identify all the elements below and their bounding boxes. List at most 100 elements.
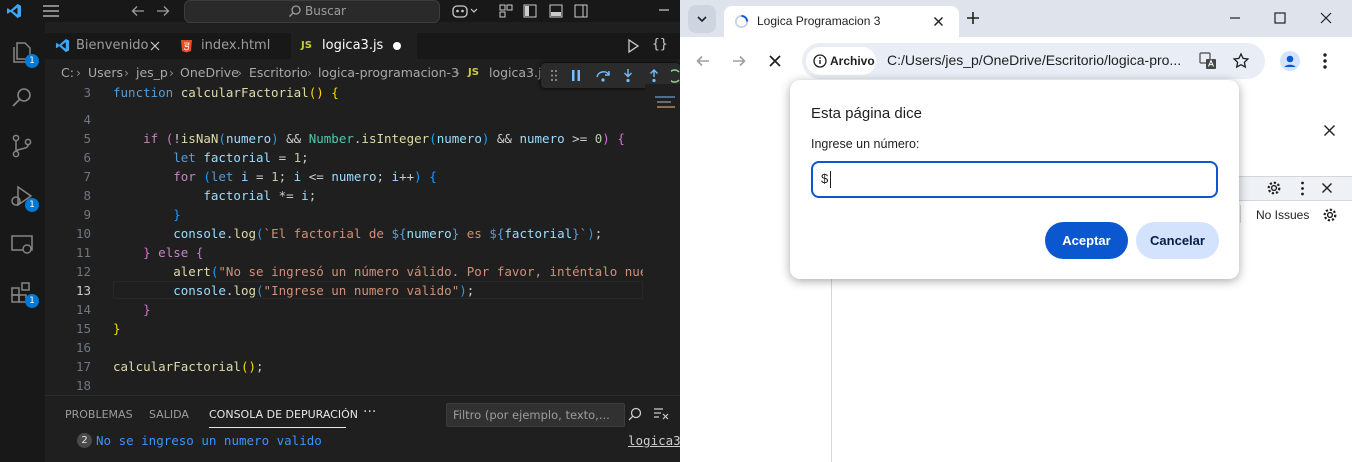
tab-problemas[interactable]: PROBLEMAS xyxy=(65,408,133,421)
minimize-icon[interactable] xyxy=(657,3,671,17)
step-into-icon[interactable] xyxy=(621,68,635,83)
restart-icon[interactable] xyxy=(671,68,680,83)
line-number: 6 xyxy=(83,150,91,165)
remote-explorer-icon[interactable] xyxy=(8,230,36,258)
back-icon[interactable] xyxy=(695,53,711,69)
site-info-chip[interactable]: Archivo xyxy=(806,47,876,75)
search-icon[interactable] xyxy=(627,406,643,422)
stop-loading-icon[interactable] xyxy=(768,54,782,68)
cancel-button[interactable]: Cancelar xyxy=(1136,222,1219,259)
forward-icon[interactable] xyxy=(731,53,747,69)
profile-avatar-icon[interactable] xyxy=(1280,51,1300,71)
code-line: calcularFactorial(); xyxy=(113,359,264,374)
forward-arrow-icon[interactable] xyxy=(155,3,171,19)
breadcrumb-item[interactable]: OneDrive xyxy=(180,62,239,84)
close-tab-icon[interactable] xyxy=(149,40,161,52)
accept-button[interactable]: Aceptar xyxy=(1045,222,1128,259)
translate-icon[interactable] xyxy=(1199,52,1217,70)
more-actions-icon[interactable]: ··· xyxy=(363,404,376,420)
chevron-right-icon: › xyxy=(124,65,129,80)
devtools-menu-icon[interactable] xyxy=(1300,181,1305,196)
vscode-title-bar: Buscar xyxy=(0,0,680,23)
explorer-badge: 1 xyxy=(25,54,39,68)
chevron-right-icon: › xyxy=(76,65,81,80)
address-bar[interactable]: Archivo C:/Users/jes_p/OneDrive/Escritor… xyxy=(802,43,1265,79)
browser-tab[interactable]: Logica Programacion 3 xyxy=(724,6,959,37)
menu-icon[interactable] xyxy=(42,4,60,18)
console-source-link[interactable]: logica3 xyxy=(628,433,680,448)
vscode-welcome-icon xyxy=(55,38,70,53)
step-over-icon[interactable] xyxy=(595,68,611,83)
tab-label: logica3.js xyxy=(322,38,384,53)
line-number: 10 xyxy=(75,226,91,241)
maximize-window-icon[interactable] xyxy=(1273,11,1287,25)
tab-bienvenido[interactable]: Bienvenido xyxy=(45,33,169,59)
chrome-toolbar: Archivo C:/Users/jes_p/OneDrive/Escritor… xyxy=(680,37,1352,85)
settings-gear-icon[interactable] xyxy=(1266,180,1282,196)
minimap[interactable] xyxy=(645,84,680,394)
search-view-icon[interactable] xyxy=(8,84,36,112)
close-icon[interactable] xyxy=(1321,182,1333,194)
run-debug-icon[interactable]: 1 xyxy=(8,182,39,212)
console-settings-icon[interactable] xyxy=(1322,207,1338,223)
dialog-title: Esta página dice xyxy=(811,105,922,122)
close-devtools-icon[interactable] xyxy=(1323,124,1336,137)
prompt-input[interactable]: $ xyxy=(811,161,1218,198)
extensions-icon[interactable]: 1 xyxy=(8,278,39,308)
source-control-icon[interactable] xyxy=(8,132,36,160)
issues-counter[interactable]: No Issues xyxy=(1256,208,1309,222)
pause-icon[interactable] xyxy=(570,69,582,82)
tab-index-html[interactable]: index.html xyxy=(170,33,290,59)
drag-handle-icon[interactable] xyxy=(550,69,558,82)
close-window-icon[interactable] xyxy=(1319,11,1333,25)
clear-console-icon[interactable] xyxy=(653,407,669,421)
breadcrumb-item[interactable]: Users xyxy=(88,62,123,84)
explorer-icon[interactable]: 1 xyxy=(8,38,39,68)
vscode-logo-icon xyxy=(6,3,22,19)
code-line: for (let i = 1; i <= numero; i++) { xyxy=(173,169,437,184)
chevron-down-icon xyxy=(696,14,708,24)
breadcrumb-item[interactable]: logica-programacion-3 xyxy=(318,62,459,84)
command-center-search[interactable]: Buscar xyxy=(184,0,440,23)
tab-search-button[interactable] xyxy=(688,5,716,33)
minimize-window-icon[interactable] xyxy=(1228,11,1242,25)
line-number: 7 xyxy=(83,169,91,184)
line-number: 9 xyxy=(83,207,91,222)
tab-label: index.html xyxy=(201,38,271,53)
editor-tabs: Bienvenido index.html JS logica3.js {} xyxy=(45,33,680,59)
prompt-input-value: $ xyxy=(821,171,829,186)
toggle-sidebar-icon[interactable] xyxy=(522,3,538,19)
line-number: 4 xyxy=(83,112,91,127)
breadcrumb-item[interactable]: C: xyxy=(61,62,74,84)
new-tab-icon[interactable] xyxy=(965,10,981,26)
breadcrumb-item[interactable]: Escritorio xyxy=(249,62,308,84)
back-arrow-icon[interactable] xyxy=(130,3,146,19)
breadcrumb-item[interactable]: jes_p xyxy=(136,62,168,84)
run-file-icon[interactable] xyxy=(626,38,640,54)
layout-panels-icon[interactable] xyxy=(498,3,514,19)
chrome-menu-icon[interactable] xyxy=(1322,52,1328,70)
line-number: 14 xyxy=(75,302,91,317)
braces-icon[interactable]: {} xyxy=(652,37,668,52)
toggle-secondary-sidebar-icon[interactable] xyxy=(573,3,589,19)
tab-salida[interactable]: SALIDA xyxy=(149,408,189,421)
breadcrumb-item[interactable]: logica3.js xyxy=(489,62,548,84)
line-number: 15 xyxy=(75,321,91,336)
page-loading-icon xyxy=(734,14,749,29)
filter-input[interactable]: Filtro (por ejemplo, texto,... xyxy=(446,403,625,427)
close-tab-icon[interactable] xyxy=(933,16,944,27)
tab-consola-depuracion[interactable]: CONSOLA DE DEPURACIÓN xyxy=(209,408,358,421)
line-number: 16 xyxy=(75,340,91,355)
code-line: console.log("Ingrese un numero valido"); xyxy=(173,283,475,298)
copilot-icon[interactable] xyxy=(452,3,480,19)
line-number: 18 xyxy=(75,378,91,393)
unsaved-dot-icon[interactable] xyxy=(393,42,401,50)
step-out-icon[interactable] xyxy=(647,68,661,83)
tab-logica3-js[interactable]: JS logica3.js xyxy=(291,33,417,59)
code-line: } xyxy=(173,207,181,222)
code-editor[interactable]: function calcularFactorial() { if (!isNa… xyxy=(113,84,643,394)
url-text[interactable]: C:/Users/jes_p/OneDrive/Escritorio/logic… xyxy=(887,52,1181,68)
toolbar-divider xyxy=(1240,205,1241,223)
bookmark-star-icon[interactable] xyxy=(1232,52,1250,70)
toggle-panel-icon[interactable] xyxy=(548,3,564,19)
